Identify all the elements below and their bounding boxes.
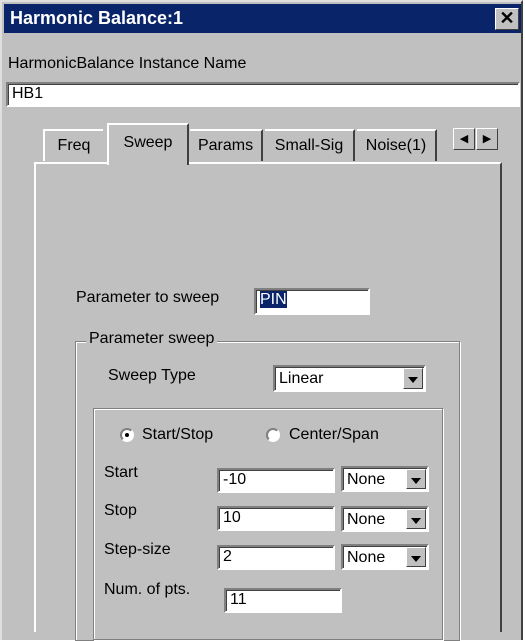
arrow-left-icon: ◀ bbox=[459, 133, 469, 145]
arrow-right-icon: ▶ bbox=[482, 133, 492, 145]
center-span-label: Center/Span bbox=[289, 426, 379, 443]
step-size-label: Step-size bbox=[104, 541, 171, 558]
title-bar[interactable]: Harmonic Balance:1 ✕ bbox=[4, 4, 521, 33]
sweep-type-label: Sweep Type bbox=[108, 367, 196, 384]
start-unit-value: None bbox=[347, 471, 386, 488]
param-to-sweep-input[interactable]: PIN bbox=[254, 288, 370, 315]
start-unit-select[interactable]: None bbox=[341, 466, 429, 492]
stop-unit-select[interactable]: None bbox=[341, 506, 429, 532]
tab-freq[interactable]: Freq bbox=[43, 129, 103, 161]
step-size-unit-select[interactable]: None bbox=[341, 544, 429, 570]
start-label: Start bbox=[104, 464, 138, 481]
step-size-unit-value: None bbox=[347, 549, 386, 566]
center-span-radio[interactable] bbox=[266, 428, 280, 442]
start-input[interactable]: -10 bbox=[217, 468, 335, 493]
param-to-sweep-value: PIN bbox=[260, 291, 287, 308]
instance-name-label: HarmonicBalance Instance Name bbox=[8, 55, 247, 72]
parameter-sweep-group-title: Parameter sweep bbox=[86, 330, 218, 348]
close-button[interactable]: ✕ bbox=[495, 8, 519, 30]
window-title: Harmonic Balance:1 bbox=[10, 8, 184, 28]
stop-label: Stop bbox=[104, 502, 137, 519]
sweep-type-value: Linear bbox=[279, 370, 324, 387]
tab-noise[interactable]: Noise(1) bbox=[357, 129, 437, 161]
close-icon: ✕ bbox=[499, 8, 515, 28]
tab-sweep[interactable]: Sweep bbox=[107, 123, 189, 165]
start-stop-label: Start/Stop bbox=[142, 426, 214, 443]
chevron-down-icon[interactable] bbox=[406, 469, 426, 489]
chevron-down-icon[interactable] bbox=[403, 368, 423, 389]
tab-params[interactable]: Params bbox=[190, 129, 263, 161]
start-stop-radio[interactable] bbox=[120, 428, 134, 442]
tab-small-sig[interactable]: Small-Sig bbox=[265, 129, 355, 161]
instance-name-input[interactable]: HB1 bbox=[6, 82, 520, 107]
tab-scroll-left-button[interactable]: ◀ bbox=[453, 128, 475, 150]
stop-unit-value: None bbox=[347, 511, 386, 528]
num-points-input[interactable]: 11 bbox=[224, 588, 342, 613]
step-size-input[interactable]: 2 bbox=[217, 545, 335, 570]
param-to-sweep-label: Parameter to sweep bbox=[76, 289, 220, 306]
num-points-label: Num. of pts. bbox=[104, 581, 191, 598]
stop-input[interactable]: 10 bbox=[217, 506, 335, 531]
chevron-down-icon[interactable] bbox=[406, 509, 426, 529]
sweep-type-select[interactable]: Linear bbox=[273, 365, 426, 392]
chevron-down-icon[interactable] bbox=[406, 547, 426, 567]
tab-scroll-right-button[interactable]: ▶ bbox=[476, 128, 498, 150]
